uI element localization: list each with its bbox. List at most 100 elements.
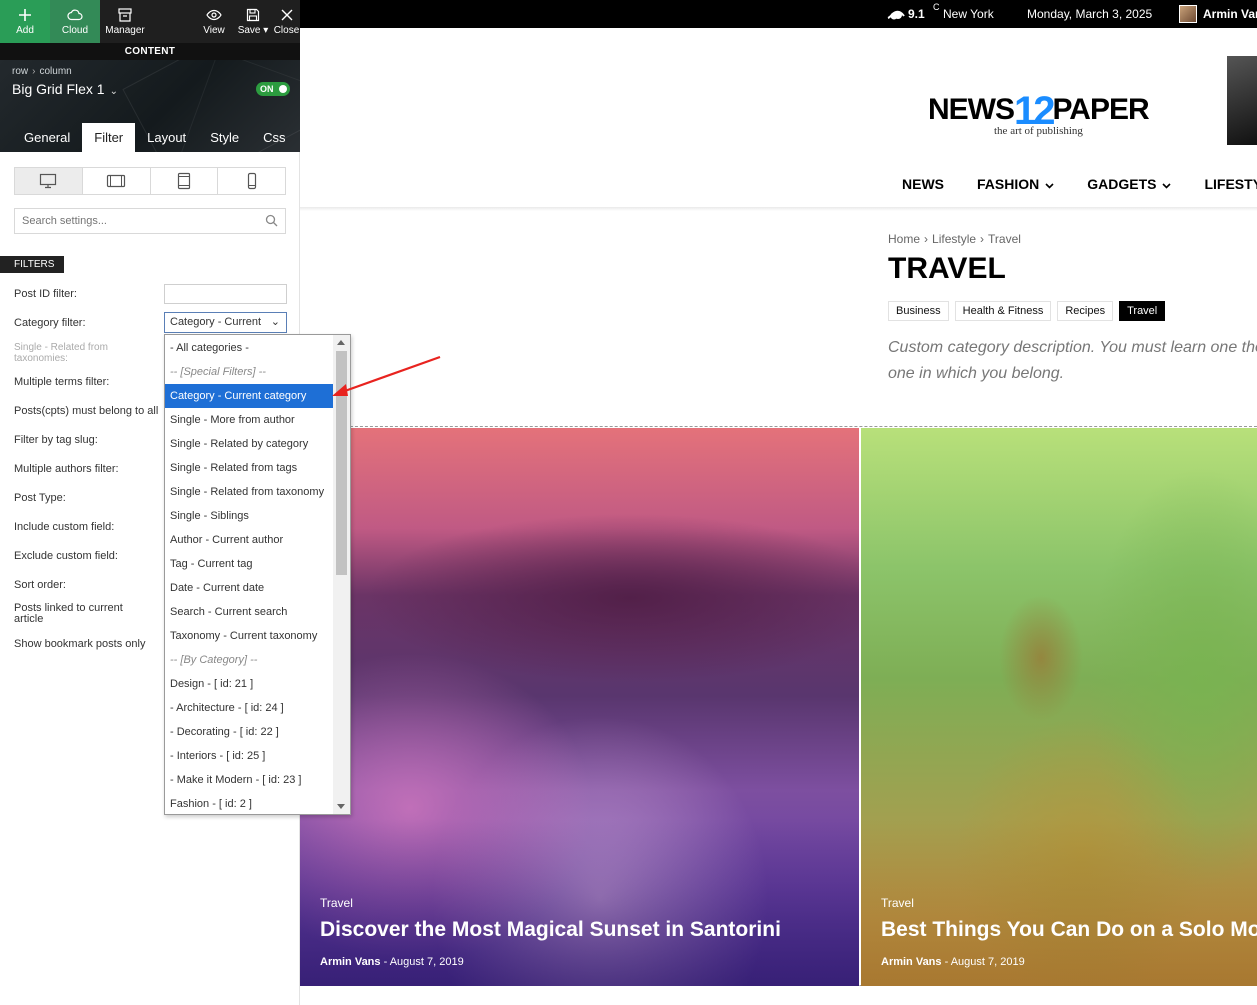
- floppy-icon: [246, 8, 260, 22]
- article-date: August 7, 2019: [389, 956, 464, 968]
- article-card[interactable]: Travel Discover the Most Magical Sunset …: [300, 428, 859, 986]
- article-title[interactable]: Discover the Most Magical Sunset in Sant…: [320, 918, 781, 942]
- add-button[interactable]: Add: [0, 0, 50, 43]
- composer-toolbar: Add Cloud Manager View Save ▾ Close: [0, 0, 300, 43]
- linked-posts-label: Posts linked to current article: [14, 602, 123, 625]
- avatar[interactable]: [1179, 5, 1197, 23]
- pill-health-fitness[interactable]: Health & Fitness: [954, 301, 1052, 321]
- nav-item-gadgets[interactable]: GADGETS: [1087, 176, 1172, 192]
- dropdown-option[interactable]: Single - Related from taxonomy: [165, 480, 334, 504]
- cloud-label: Cloud: [61, 25, 89, 36]
- pill-travel[interactable]: Travel: [1119, 301, 1166, 321]
- tab-css[interactable]: Css: [251, 123, 297, 152]
- bookmark-label: Show bookmark posts only: [14, 638, 146, 650]
- tab-general[interactable]: General: [12, 123, 82, 152]
- manager-label: Manager: [105, 25, 145, 36]
- annotation-arrow: [332, 355, 441, 396]
- tab-layout[interactable]: Layout: [135, 123, 198, 152]
- article-card[interactable]: Travel Best Things You Can Do on a Solo …: [861, 428, 1257, 986]
- post-id-label: Post ID filter:: [14, 288, 77, 300]
- dropdown-option[interactable]: Search - Current search: [165, 600, 334, 624]
- cloud-button[interactable]: Cloud: [50, 0, 100, 43]
- dropdown-option[interactable]: - Architecture - [ id: 24 ]: [165, 696, 334, 720]
- site-tagline: the art of publishing: [994, 125, 1083, 137]
- close-icon: [281, 9, 292, 21]
- dropdown-option[interactable]: Taxonomy - Current taxonomy: [165, 624, 334, 648]
- close-button[interactable]: Close: [273, 0, 300, 43]
- chevron-down-icon: ⌄: [270, 316, 280, 328]
- dropdown-option[interactable]: - Make it Modern - [ id: 23 ]: [165, 768, 334, 792]
- weather-unit: C: [933, 2, 940, 12]
- dropdown-scrollbar[interactable]: [333, 335, 350, 814]
- article-meta: Armin Vans - August 7, 2019: [881, 956, 1025, 968]
- post-type-label: Post Type:: [14, 492, 66, 504]
- crumb-row[interactable]: row: [12, 66, 28, 77]
- posts-must-belong-label: Posts(cpts) must belong to all: [14, 405, 159, 417]
- block-toggle[interactable]: ON: [256, 82, 290, 96]
- category-dropdown-list: - All categories - -- [Special Filters] -…: [164, 334, 351, 815]
- dropdown-option[interactable]: -- [Special Filters] --: [165, 360, 334, 384]
- save-button[interactable]: Save ▾: [233, 0, 273, 43]
- view-button[interactable]: View: [195, 0, 233, 43]
- device-tablet-landscape[interactable]: [83, 168, 151, 194]
- dropdown-option[interactable]: Single - Related from tags: [165, 456, 334, 480]
- scroll-down-icon[interactable]: [337, 804, 345, 809]
- site-logo[interactable]: NEWS12PAPER the art of publishing: [928, 84, 1173, 139]
- article-category[interactable]: Travel: [320, 896, 353, 910]
- tab-style[interactable]: Style: [198, 123, 251, 152]
- settings-search: [14, 208, 286, 234]
- filters-section-label: FILTERS: [0, 256, 64, 273]
- dropdown-option[interactable]: Single - Siblings: [165, 504, 334, 528]
- dropdown-option[interactable]: - Interiors - [ id: 25 ]: [165, 744, 334, 768]
- article-title[interactable]: Best Things You Can Do on a Solo Mountai…: [881, 918, 1257, 942]
- pill-business[interactable]: Business: [888, 301, 949, 321]
- category-filter-label: Category filter:: [14, 317, 86, 329]
- dropdown-option[interactable]: Design - [ id: 21 ]: [165, 672, 334, 696]
- nav-item-fashion[interactable]: FASHION: [977, 176, 1054, 192]
- crumb-column[interactable]: column: [39, 66, 71, 77]
- dropdown-option[interactable]: Tag - Current tag: [165, 552, 334, 576]
- tab-filter[interactable]: Filter: [82, 123, 136, 152]
- header-ad-image[interactable]: [1227, 56, 1257, 145]
- breadcrumb-home[interactable]: Home: [888, 232, 920, 246]
- exclude-field-label: Exclude custom field:: [14, 550, 118, 562]
- weather-temp: 9.1: [908, 7, 925, 21]
- sort-order-label: Sort order:: [14, 579, 66, 591]
- device-desktop[interactable]: [15, 168, 83, 194]
- dropdown-option[interactable]: Single - Related by category: [165, 432, 334, 456]
- device-tablet-portrait[interactable]: [151, 168, 219, 194]
- add-label: Add: [16, 25, 34, 36]
- article-author[interactable]: Armin Vans: [881, 956, 942, 968]
- dropdown-option[interactable]: -- [By Category] --: [165, 648, 334, 672]
- post-id-input[interactable]: [164, 284, 287, 304]
- category-description: Custom category description. You must le…: [888, 339, 1257, 382]
- view-label: View: [203, 25, 225, 36]
- cloud-icon: [67, 9, 83, 21]
- pill-recipes[interactable]: Recipes: [1057, 301, 1114, 321]
- article-category[interactable]: Travel: [881, 896, 914, 910]
- device-phone[interactable]: [218, 168, 285, 194]
- topbar-date: Monday, March 3, 2025: [1027, 7, 1153, 21]
- breadcrumb-lifestyle[interactable]: Lifestyle: [932, 232, 976, 246]
- manager-icon: [118, 8, 132, 22]
- user-name[interactable]: Armin Vans: [1203, 7, 1257, 21]
- manager-button[interactable]: Manager: [100, 0, 150, 43]
- nav-item-lifestyle[interactable]: LIFESTYLE: [1204, 176, 1257, 192]
- desktop-icon: [40, 173, 57, 189]
- block-title[interactable]: Big Grid Flex 1 ⌄: [12, 81, 118, 97]
- dropdown-option[interactable]: Fashion - [ id: 2 ]: [165, 792, 334, 814]
- tag-slug-label: Filter by tag slug:: [14, 434, 98, 446]
- article-date: August 7, 2019: [950, 956, 1025, 968]
- category-filter-select[interactable]: Category - Current ⌄: [164, 312, 287, 333]
- dropdown-option[interactable]: Single - More from author: [165, 408, 334, 432]
- nav-item-news[interactable]: NEWS: [902, 176, 944, 192]
- dropdown-option[interactable]: - All categories -: [165, 336, 334, 360]
- eye-icon: [206, 9, 222, 21]
- site-topbar: 9.1 C New York Monday, March 3, 2025 Arm…: [300, 0, 1257, 28]
- dropdown-option[interactable]: - Decorating - [ id: 22 ]: [165, 720, 334, 744]
- article-author[interactable]: Armin Vans: [320, 956, 381, 968]
- dropdown-option[interactable]: Author - Current author: [165, 528, 334, 552]
- dropdown-option[interactable]: Category - Current category: [165, 384, 334, 408]
- dropdown-option[interactable]: Date - Current date: [165, 576, 334, 600]
- settings-search-input[interactable]: [15, 209, 255, 233]
